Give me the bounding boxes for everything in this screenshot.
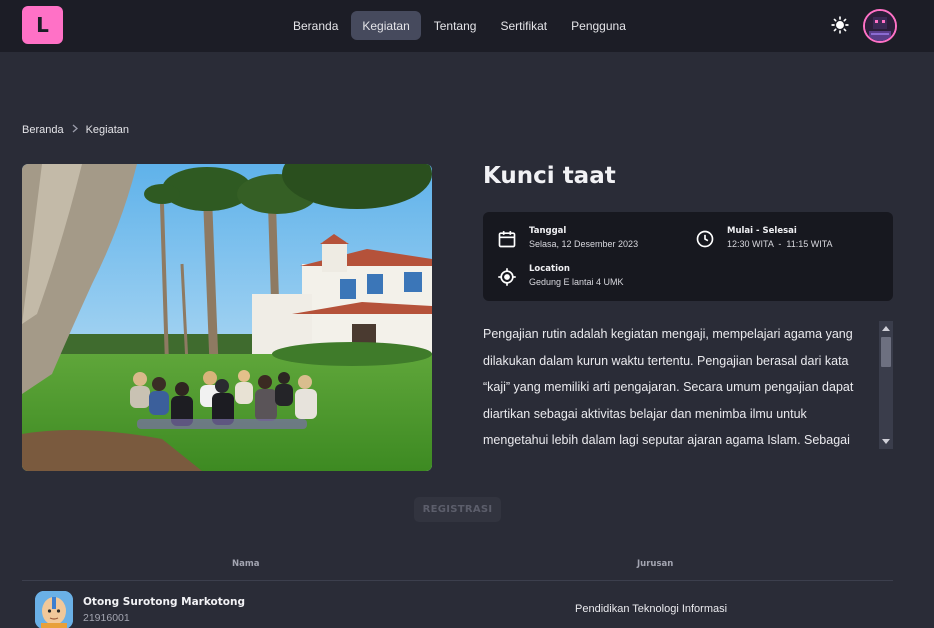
app-logo[interactable]: L [22,6,63,44]
nav-item-sertifikat[interactable]: Sertifikat [489,11,558,40]
date-info: Tanggal Selasa, 12 Desember 2023 [497,226,638,249]
time-info: Mulai - Selesai 12:30 WITA - 11:15 WITA [695,226,833,249]
scroll-up-arrow-icon[interactable] [882,326,890,331]
event-description: Pengajian rutin adalah kegiatan mengaji,… [483,327,854,447]
nav-item-kegiatan[interactable]: Kegiatan [351,11,421,40]
user-avatar[interactable] [863,9,897,43]
nav-item-tentang[interactable]: Tentang [423,11,488,40]
column-header-nama: Nama [232,559,260,569]
participant-department: Pendidikan Teknologi Informasi [575,603,728,615]
event-title: Kunci taat [483,163,616,189]
event-description-scroll[interactable]: Pengajian rutin adalah kegiatan mengaji,… [483,321,893,449]
registration-button[interactable]: REGISTRASI [414,497,501,522]
location-target-icon [497,267,517,287]
breadcrumb: Beranda Kegiatan [22,124,129,136]
location-label: Location [529,264,570,274]
nav-item-beranda[interactable]: Beranda [282,11,349,40]
description-scrollbar[interactable] [879,321,893,449]
sun-icon[interactable] [830,15,850,35]
location-info: Location Gedung E lantai 4 UMK [497,264,624,287]
scrollbar-thumb[interactable] [881,337,891,367]
clock-icon [695,229,715,249]
nav-item-pengguna[interactable]: Pengguna [560,11,637,40]
participant-name: Otong Surotong Markotong [83,596,245,608]
event-info-card: Tanggal Selasa, 12 Desember 2023 Mulai -… [483,212,893,301]
location-value: Gedung E lantai 4 UMK [529,277,624,287]
chevron-right-icon [71,124,79,136]
participant-id: 21916001 [83,612,130,624]
top-navbar: L Beranda Kegiatan Tentang Sertifikat Pe… [0,0,934,52]
time-label: Mulai - Selesai [727,226,797,236]
main-nav: Beranda Kegiatan Tentang Sertifikat Peng… [282,11,637,40]
table-divider [22,580,893,581]
breadcrumb-kegiatan[interactable]: Kegiatan [86,124,129,136]
scroll-down-arrow-icon[interactable] [882,439,890,444]
breadcrumb-beranda[interactable]: Beranda [22,124,64,136]
date-label: Tanggal [529,226,567,236]
event-image [22,164,432,471]
calendar-icon [497,229,517,249]
column-header-jurusan: Jurusan [637,559,674,569]
date-value: Selasa, 12 Desember 2023 [529,239,639,249]
participant-avatar [35,591,73,628]
time-value: 12:30 WITA - 11:15 WITA [727,239,833,249]
